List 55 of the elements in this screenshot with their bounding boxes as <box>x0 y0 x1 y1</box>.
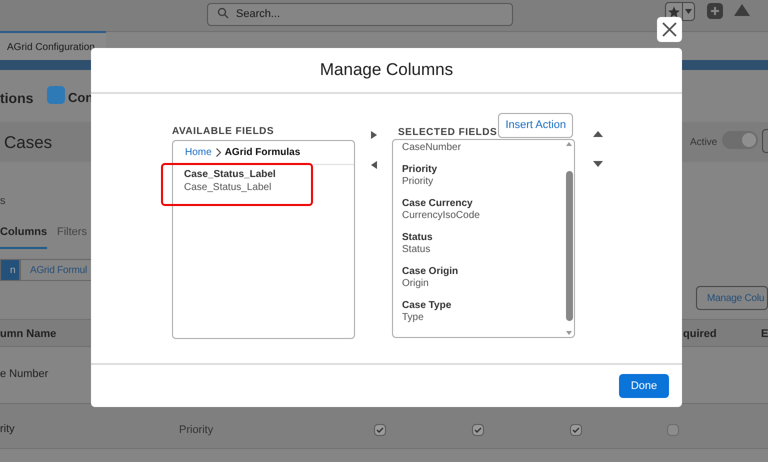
list-item[interactable]: Status Status <box>402 232 564 256</box>
modal-title: Manage Columns <box>320 59 454 82</box>
scroll-up-icon[interactable] <box>566 142 572 146</box>
app-tab[interactable]: AGrid Configuration <box>0 31 106 60</box>
list-item[interactable]: Case Currency CurrencyIsoCode <box>402 198 564 222</box>
field-api-name: Case_Status_Label <box>184 182 272 194</box>
tab[interactable]: Columns <box>0 224 47 248</box>
list-item[interactable]: CaseNumber <box>402 142 564 154</box>
move-right-button[interactable] <box>370 130 378 140</box>
search-icon <box>217 7 229 19</box>
checkbox[interactable] <box>570 424 582 436</box>
checkbox[interactable] <box>472 424 484 436</box>
chevron-icon <box>216 148 221 157</box>
column-header: quired <box>683 327 717 342</box>
search-field[interactable]: Search... <box>207 2 513 26</box>
breadcrumb-link[interactable]: Home <box>185 145 212 160</box>
table-cell-text: e Number <box>0 367 48 382</box>
list-item[interactable]: Case_Status_Label Case_Status_Label <box>161 163 313 206</box>
table-cell-text: rity <box>0 422 15 437</box>
insert-action-button[interactable]: Insert Action <box>498 112 573 138</box>
field-label: Case_Status_Label <box>184 169 277 182</box>
move-up-button[interactable] <box>593 130 603 138</box>
plus-icon <box>710 6 720 16</box>
move-left-button[interactable] <box>370 160 378 170</box>
section-heading: AVAILABLE FIELDS <box>172 125 276 139</box>
tab[interactable]: Filters <box>57 224 87 246</box>
check-icon <box>376 426 384 434</box>
move-down-button[interactable] <box>593 160 603 168</box>
text-fragment: s <box>0 194 6 209</box>
toggle-label: Active <box>690 136 718 150</box>
scrollbar[interactable] <box>564 140 574 337</box>
table-cell-text: Priority <box>179 423 214 438</box>
section-heading: SELECTED FIELDS <box>398 126 498 140</box>
nav-item[interactable]: tions <box>0 88 34 109</box>
star-icon <box>668 6 680 18</box>
breadcrumb-current: AGrid Formulas <box>224 146 300 160</box>
scroll-down-icon[interactable] <box>566 331 572 335</box>
page-title: Cases <box>4 132 52 154</box>
scrollbar-thumb[interactable] <box>566 170 572 320</box>
list-item[interactable]: Priority Priority <box>402 164 564 188</box>
column-header: E <box>761 327 768 342</box>
check-icon <box>474 426 482 434</box>
checkbox[interactable] <box>374 424 386 436</box>
add-button[interactable] <box>707 3 723 19</box>
checkbox[interactable] <box>667 424 679 436</box>
list-item[interactable]: Case Type Type <box>402 300 564 324</box>
caret-icon <box>685 9 692 14</box>
active-toggle[interactable] <box>722 131 758 149</box>
check-icon <box>572 426 580 434</box>
column-header: umn Name <box>0 327 56 342</box>
tab[interactable]: n <box>0 259 20 281</box>
done-button[interactable]: Done <box>619 374 669 398</box>
close-button[interactable] <box>657 17 682 42</box>
list-item[interactable]: Case Origin Origin <box>402 266 564 290</box>
close-icon <box>662 22 677 37</box>
